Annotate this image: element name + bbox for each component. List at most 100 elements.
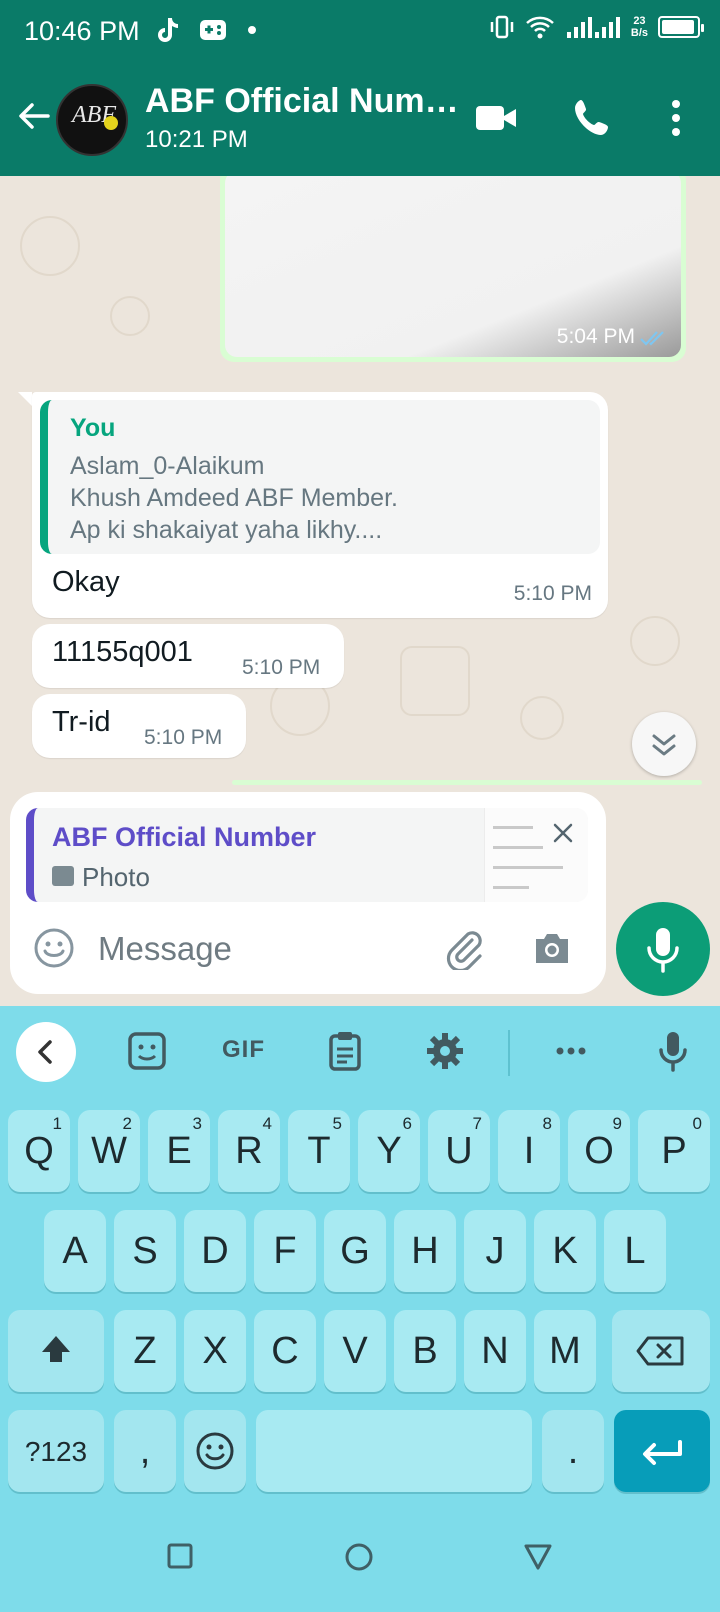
message-placeholder: Message [98,930,232,967]
message-time: 5:10 PM [513,582,592,605]
key-w[interactable]: 2W [78,1110,140,1192]
emoji-key[interactable] [184,1410,246,1492]
microphone-icon [647,928,679,973]
key-d[interactable]: D [184,1210,246,1292]
emoji-icon [196,1432,234,1470]
clipboard-icon[interactable] [322,1028,368,1074]
period-key[interactable]: . [542,1410,604,1492]
wifi-icon [526,16,554,39]
contact-name[interactable]: ABF Official Num… [145,82,459,121]
vibrate-icon [490,15,514,39]
enter-icon [643,1440,682,1465]
key-n[interactable]: N [464,1310,526,1392]
more-options-icon[interactable] [652,94,700,142]
message-text: 11155q001 [52,636,193,668]
chevron-left-icon [38,1040,52,1064]
key-x[interactable]: X [184,1310,246,1392]
key-p[interactable]: 0P [638,1110,710,1192]
message-bubble[interactable]: Tr-id 5:10 PM [32,694,246,758]
battery-icon [658,16,704,38]
signal-icon [566,17,620,38]
attach-icon[interactable] [442,926,486,970]
enter-key[interactable] [614,1410,710,1492]
emoji-icon[interactable] [32,926,76,970]
system-navigation-bar [0,1508,720,1612]
message-time: 5:10 PM [242,656,321,679]
reply-to-type: Photo [82,862,150,892]
network-speed: 23 B/s [630,15,648,39]
quoted-line: Ap ki shakaiyat yaha likhy.... [70,516,383,544]
reply-message[interactable]: You Aslam_0-Alaikum Khush Amdeed ABF Mem… [32,392,608,618]
sticker-icon[interactable] [124,1028,170,1074]
space-bar[interactable] [256,1410,532,1492]
tiktok-icon [158,18,178,42]
key-q[interactable]: 1Q [8,1110,70,1192]
shift-key[interactable] [8,1310,104,1392]
key-y[interactable]: 6Y [358,1110,420,1192]
key-j[interactable]: J [464,1210,526,1292]
quoted-message[interactable]: You Aslam_0-Alaikum Khush Amdeed ABF Mem… [40,400,600,554]
key-m[interactable]: M [534,1310,596,1392]
comma-key[interactable]: , [114,1410,176,1492]
message-composer: ABF Official Number Photo Message [10,792,606,994]
key-i[interactable]: 8I [498,1110,560,1192]
reply-preview[interactable]: ABF Official Number Photo [26,808,588,902]
key-r[interactable]: 4R [218,1110,280,1192]
camera-icon[interactable] [530,926,574,970]
notification-dot-icon [248,26,256,34]
scroll-to-bottom-button[interactable] [632,712,696,776]
photo-icon [52,866,74,886]
back-nav-icon[interactable] [522,1542,554,1572]
close-icon[interactable] [550,820,576,846]
recent-apps-icon[interactable] [166,1542,194,1570]
key-t[interactable]: 5T [288,1110,350,1192]
message-time: 5:10 PM [144,726,223,749]
game-controller-icon [200,20,226,40]
quoted-sender: You [70,414,116,442]
quoted-line: Aslam_0-Alaikum [70,452,265,480]
key-o[interactable]: 9O [568,1110,630,1192]
video-call-icon[interactable] [472,94,520,142]
image-message[interactable]: 5:04 PM [220,176,686,362]
key-e[interactable]: 3E [148,1110,210,1192]
quoted-line: Khush Amdeed ABF Member. [70,484,398,512]
avatar[interactable]: ABF [56,84,128,156]
reply-to-name: ABF Official Number [52,822,317,852]
key-f[interactable]: F [254,1210,316,1292]
symbols-key[interactable]: ?123 [8,1410,104,1492]
last-seen: 10:21 PM [145,126,248,153]
message-text: Tr-id [52,706,111,738]
settings-gear-icon[interactable] [422,1028,468,1074]
key-a[interactable]: A [44,1210,106,1292]
backspace-icon [636,1336,684,1366]
chat-header: ABF ABF Official Num… 10:21 PM [0,64,720,176]
back-arrow-icon[interactable] [14,96,54,136]
key-s[interactable]: S [114,1210,176,1292]
message-input[interactable]: Message [10,904,606,994]
double-chevron-down-icon [652,734,676,756]
keyboard-collapse-button[interactable] [16,1022,76,1082]
status-bar: 10:46 PM 23 B/s [0,0,720,64]
shift-arrow-icon [42,1336,70,1362]
key-l[interactable]: L [604,1210,666,1292]
key-z[interactable]: Z [114,1310,176,1392]
gif-button[interactable]: GIF [222,1036,265,1064]
key-h[interactable]: H [394,1210,456,1292]
more-horizontal-icon[interactable] [548,1028,594,1074]
message-bubble[interactable]: 11155q001 5:10 PM [32,624,344,688]
key-b[interactable]: B [394,1310,456,1392]
voice-input-icon[interactable] [650,1028,696,1074]
on-screen-keyboard: GIF 1Q 2W 3E 4R 5T 6Y 7U 8I 9O 0P A S D … [0,1006,720,1508]
voice-message-button[interactable] [616,902,710,996]
backspace-key[interactable] [612,1310,710,1392]
home-icon[interactable] [344,1542,374,1572]
keyboard-toolbar: GIF [0,1006,720,1100]
key-u[interactable]: 7U [428,1110,490,1192]
key-k[interactable]: K [534,1210,596,1292]
key-c[interactable]: C [254,1310,316,1392]
message-time: 5:04 PM [556,325,635,348]
voice-call-icon[interactable] [568,94,616,142]
status-time: 10:46 PM [24,16,140,46]
key-g[interactable]: G [324,1210,386,1292]
key-v[interactable]: V [324,1310,386,1392]
